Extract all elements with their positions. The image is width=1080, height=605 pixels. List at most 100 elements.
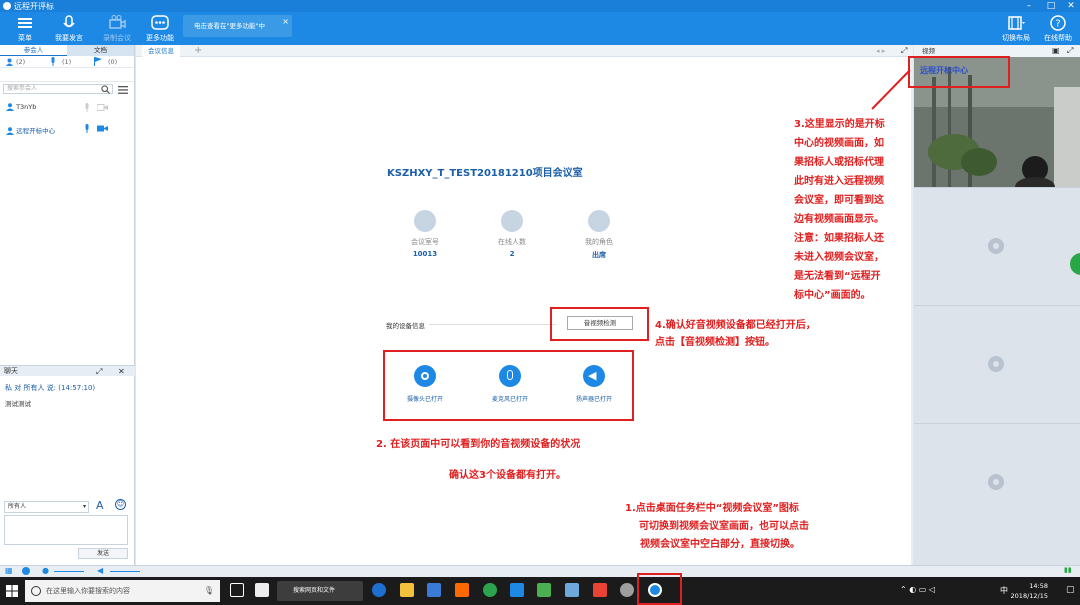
speaker-volume-slider[interactable] xyxy=(110,571,140,572)
group-icon xyxy=(501,210,523,232)
help-icon: ? xyxy=(1050,15,1066,31)
title-bar: 远程开评标 – □ ✕ xyxy=(0,0,1080,12)
layout-icon xyxy=(1008,16,1025,30)
device-info-label: 我的设备信息 xyxy=(386,320,429,330)
edge-icon[interactable] xyxy=(372,583,386,597)
participant-row[interactable]: T3nYb xyxy=(6,103,36,111)
tooltip: 电击查看在"更多功能"中 × xyxy=(182,15,292,37)
app-blue-icon[interactable] xyxy=(510,583,524,597)
flag-count[interactable]: (0) xyxy=(108,58,117,66)
windows-start-icon[interactable] xyxy=(6,585,18,597)
folder-icon[interactable] xyxy=(400,583,414,597)
video-slot[interactable] xyxy=(914,187,1080,305)
tab-participants[interactable]: 参会人 xyxy=(0,45,67,56)
right-panel: 视频 ▣ ⤢ 远程开标中心 xyxy=(908,45,1080,565)
participant-name: T3nYb xyxy=(16,103,37,111)
online-help-button[interactable]: ? 在线帮助 xyxy=(1040,12,1076,45)
mi-icon[interactable] xyxy=(455,583,469,597)
list-view-icon[interactable] xyxy=(118,86,128,94)
stat-my-role: 我的角色 出席 xyxy=(569,210,629,260)
scrollbar[interactable] xyxy=(911,57,913,565)
annotation-1: 1.点击桌面任务栏中“视频会议室”图标 可切换到视频会议室画面，也可以点击 视频… xyxy=(625,503,809,550)
font-icon[interactable]: A xyxy=(96,499,104,512)
camera-toggle-icon[interactable] xyxy=(22,567,30,575)
speak-button[interactable]: 我要发言 xyxy=(52,12,86,45)
mic-icon[interactable]: ● xyxy=(42,566,49,575)
chat-input[interactable] xyxy=(4,515,128,545)
person-icon xyxy=(588,210,610,232)
speaker-icon[interactable]: ◀ xyxy=(97,566,103,575)
emoji-icon[interactable]: ☺ xyxy=(115,499,126,510)
microphone-icon[interactable]: 🎙 xyxy=(204,580,214,602)
annotation-4-line2: 点击【音视频检测】按钮。 xyxy=(655,337,775,348)
tab-documents[interactable]: 文档 xyxy=(67,45,134,56)
annotation-box-button xyxy=(550,307,649,341)
microphone-icon xyxy=(63,15,75,28)
hamburger-icon xyxy=(18,18,32,28)
system-clock[interactable]: 14:58 2018/12/15 xyxy=(1011,581,1048,601)
app-green-icon[interactable] xyxy=(483,583,497,597)
mic-muted-icon[interactable] xyxy=(84,103,90,112)
camera-off-icon[interactable] xyxy=(97,104,108,111)
participant-row[interactable]: 远程开标中心 xyxy=(6,125,55,135)
wechat-icon[interactable] xyxy=(620,583,634,597)
cortana-icon xyxy=(31,586,41,596)
popout-icon[interactable]: ⤢ xyxy=(96,366,102,377)
store-icon[interactable] xyxy=(427,583,441,597)
close-chat-icon[interactable]: ✕ xyxy=(118,366,125,377)
chat-header: 聊天 ⤢ ✕ xyxy=(0,365,135,376)
send-target-select[interactable]: 所有人 ▾ xyxy=(4,501,89,513)
snapshot-icon[interactable]: ▣ xyxy=(1052,45,1060,57)
left-tabs: 参会人 文档 xyxy=(0,45,134,56)
app-red-icon[interactable] xyxy=(593,583,607,597)
minimize-button[interactable]: – xyxy=(1018,0,1040,12)
people-count[interactable]: (2) xyxy=(16,58,25,66)
task-view-icon[interactable] xyxy=(230,583,244,597)
annotation-2-line2: 确认这3个设备都有打开。 xyxy=(449,470,566,481)
mic-on-icon[interactable] xyxy=(84,124,90,133)
maximize-button[interactable]: □ xyxy=(1040,0,1062,12)
grid-icon[interactable]: ▦ xyxy=(5,566,13,575)
mic-volume-slider[interactable] xyxy=(54,571,84,572)
main-toolbar: 菜单 我要发言 录制会议 更多功能 切换布局 ? 在线帮助 xyxy=(0,12,1080,45)
close-button[interactable]: ✕ xyxy=(1060,0,1080,12)
webcam-icon xyxy=(988,474,1004,490)
send-button[interactable]: 发送 xyxy=(78,548,128,559)
menu-button[interactable]: 菜单 xyxy=(8,12,42,45)
expand-icon[interactable]: ⤢ xyxy=(901,45,907,57)
switch-layout-button[interactable]: 切换布局 xyxy=(998,12,1034,45)
window-title: 远程开评标 xyxy=(14,2,54,11)
video-slot[interactable] xyxy=(914,423,1080,565)
record-camera-icon xyxy=(109,15,126,29)
record-button[interactable]: 录制会议 xyxy=(100,12,134,45)
chevron-down-icon: ▾ xyxy=(82,503,86,510)
camera-on-icon[interactable] xyxy=(97,125,108,132)
fullscreen-icon[interactable]: ⤢ xyxy=(1067,45,1073,57)
taskbar-search[interactable]: 在这里输入你要搜索的内容 🎙 xyxy=(25,580,220,602)
video-slot[interactable] xyxy=(914,305,1080,423)
tooltip-text: 电击查看在"更多功能"中 xyxy=(194,22,265,30)
tab-scroll-icons[interactable]: ◂ ▸ xyxy=(876,45,885,57)
search-icon[interactable] xyxy=(101,85,110,94)
tray-icons[interactable]: ⌃ ◐ ▭ ◁ xyxy=(900,585,935,594)
center-panel: 会议信息 + ◂ ▸ ⤢ KSZHXY_T_TEST20181210项目会议室 … xyxy=(136,45,913,565)
taskbar-browser-item[interactable]: 搜索网页和文件 xyxy=(277,581,363,601)
ime-indicator[interactable]: 中 xyxy=(1000,585,1008,596)
notification-icon[interactable]: ▢ xyxy=(1066,585,1075,595)
mic-count[interactable]: (1) xyxy=(62,58,71,66)
notepad-icon[interactable] xyxy=(565,583,579,597)
add-tab-icon[interactable]: + xyxy=(194,45,202,57)
webcam-icon xyxy=(988,238,1004,254)
webcam-icon xyxy=(988,356,1004,372)
spreadsheet-icon[interactable] xyxy=(537,583,551,597)
flag-icon xyxy=(94,57,102,66)
tooltip-close-icon[interactable]: × xyxy=(282,17,289,26)
app-icon[interactable] xyxy=(255,583,269,597)
signal-icon: ▮▮ xyxy=(1064,566,1072,574)
annotation-2-line1: 2. 在该页面中可以看到你的音视频设备的状况 xyxy=(376,439,581,450)
app-icon xyxy=(3,2,11,10)
tab-meeting-info[interactable]: 会议信息 xyxy=(142,45,180,57)
participant-search-input[interactable]: 搜索参会人 xyxy=(3,84,113,94)
more-functions-button[interactable]: 更多功能 xyxy=(143,12,177,45)
people-icon xyxy=(6,58,13,66)
